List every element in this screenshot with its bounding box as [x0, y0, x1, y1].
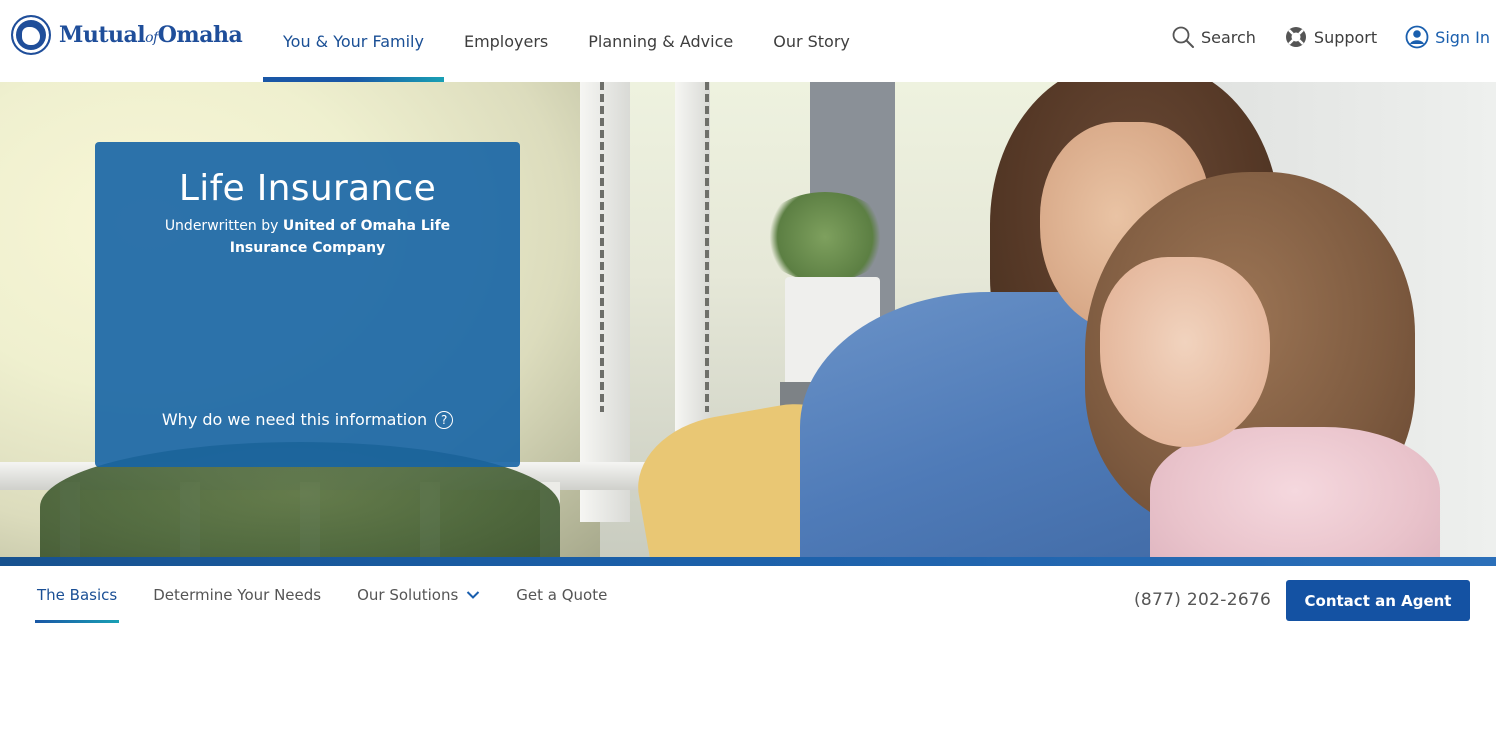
- chevron-down-icon: [467, 591, 480, 599]
- main-nav-our-story[interactable]: Our Story: [753, 0, 870, 82]
- daughter-face: [1100, 257, 1270, 447]
- why-info-link[interactable]: Why do we need this information ?: [95, 410, 520, 429]
- search-button[interactable]: Search: [1171, 25, 1256, 49]
- why-info-label: Why do we need this information: [161, 410, 428, 429]
- question-circle-icon[interactable]: ?: [435, 410, 454, 429]
- search-icon: [1172, 26, 1194, 48]
- swing-chain: [705, 82, 709, 412]
- porch-post: [580, 82, 630, 522]
- phone-number-link[interactable]: (877) 202-2676: [1134, 590, 1271, 610]
- page-title: Life Insurance: [178, 168, 437, 209]
- search-label: Search: [1200, 27, 1256, 47]
- sign-in-label: Sign In: [1435, 27, 1490, 47]
- lifebuoy-icon: [1285, 27, 1306, 47]
- main-nav-planning-and-advice[interactable]: Planning & Advice: [568, 0, 753, 82]
- logo-word-mutual: Mutual: [59, 22, 146, 48]
- tab-the-basics[interactable]: The Basics: [34, 566, 120, 624]
- sign-in-button[interactable]: Sign In: [1405, 25, 1490, 49]
- tab-our-solutions[interactable]: Our Solutions: [357, 566, 480, 624]
- tab-get-a-quote[interactable]: Get a Quote: [516, 566, 607, 624]
- underwriter-text: Underwritten by United of Omaha Life Ins…: [158, 215, 458, 259]
- underwritten-prefix: Underwritten by: [164, 218, 279, 234]
- tab-determine-your-needs[interactable]: Determine Your Needs: [153, 566, 321, 624]
- tab-our-solutions-label: Our Solutions: [357, 586, 459, 604]
- logo-wordmark: MutualofOmaha: [59, 22, 243, 48]
- main-nav-you-and-your-family[interactable]: You & Your Family: [263, 0, 444, 82]
- main-nav: You & Your Family Employers Planning & A…: [263, 0, 870, 82]
- logo-word-omaha: Omaha: [157, 22, 243, 48]
- support-label: Support: [1313, 27, 1378, 47]
- utility-nav: Search Support Sign In: [1143, 0, 1490, 74]
- section-subnav: The Basics Determine Your Needs Our Solu…: [0, 566, 1496, 636]
- user-circle-icon: [1405, 25, 1429, 49]
- main-nav-employers[interactable]: Employers: [444, 0, 568, 82]
- mutual-of-omaha-logo[interactable]: MutualofOmaha: [11, 15, 243, 55]
- subnav-tabs: The Basics Determine Your Needs Our Solu…: [34, 566, 643, 624]
- hero-info-card: Life Insurance Underwritten by United of…: [95, 142, 520, 467]
- contact-an-agent-button[interactable]: Contact an Agent: [1286, 580, 1470, 621]
- support-button[interactable]: Support: [1284, 25, 1377, 49]
- indian-head-seal-icon: [11, 15, 51, 55]
- swing-chain: [600, 82, 604, 412]
- hero-bottom-bar: [0, 557, 1496, 566]
- potted-plant: [760, 192, 890, 282]
- site-header: MutualofOmaha You & Your Family Employer…: [0, 0, 1496, 82]
- logo-word-of: of: [145, 30, 158, 46]
